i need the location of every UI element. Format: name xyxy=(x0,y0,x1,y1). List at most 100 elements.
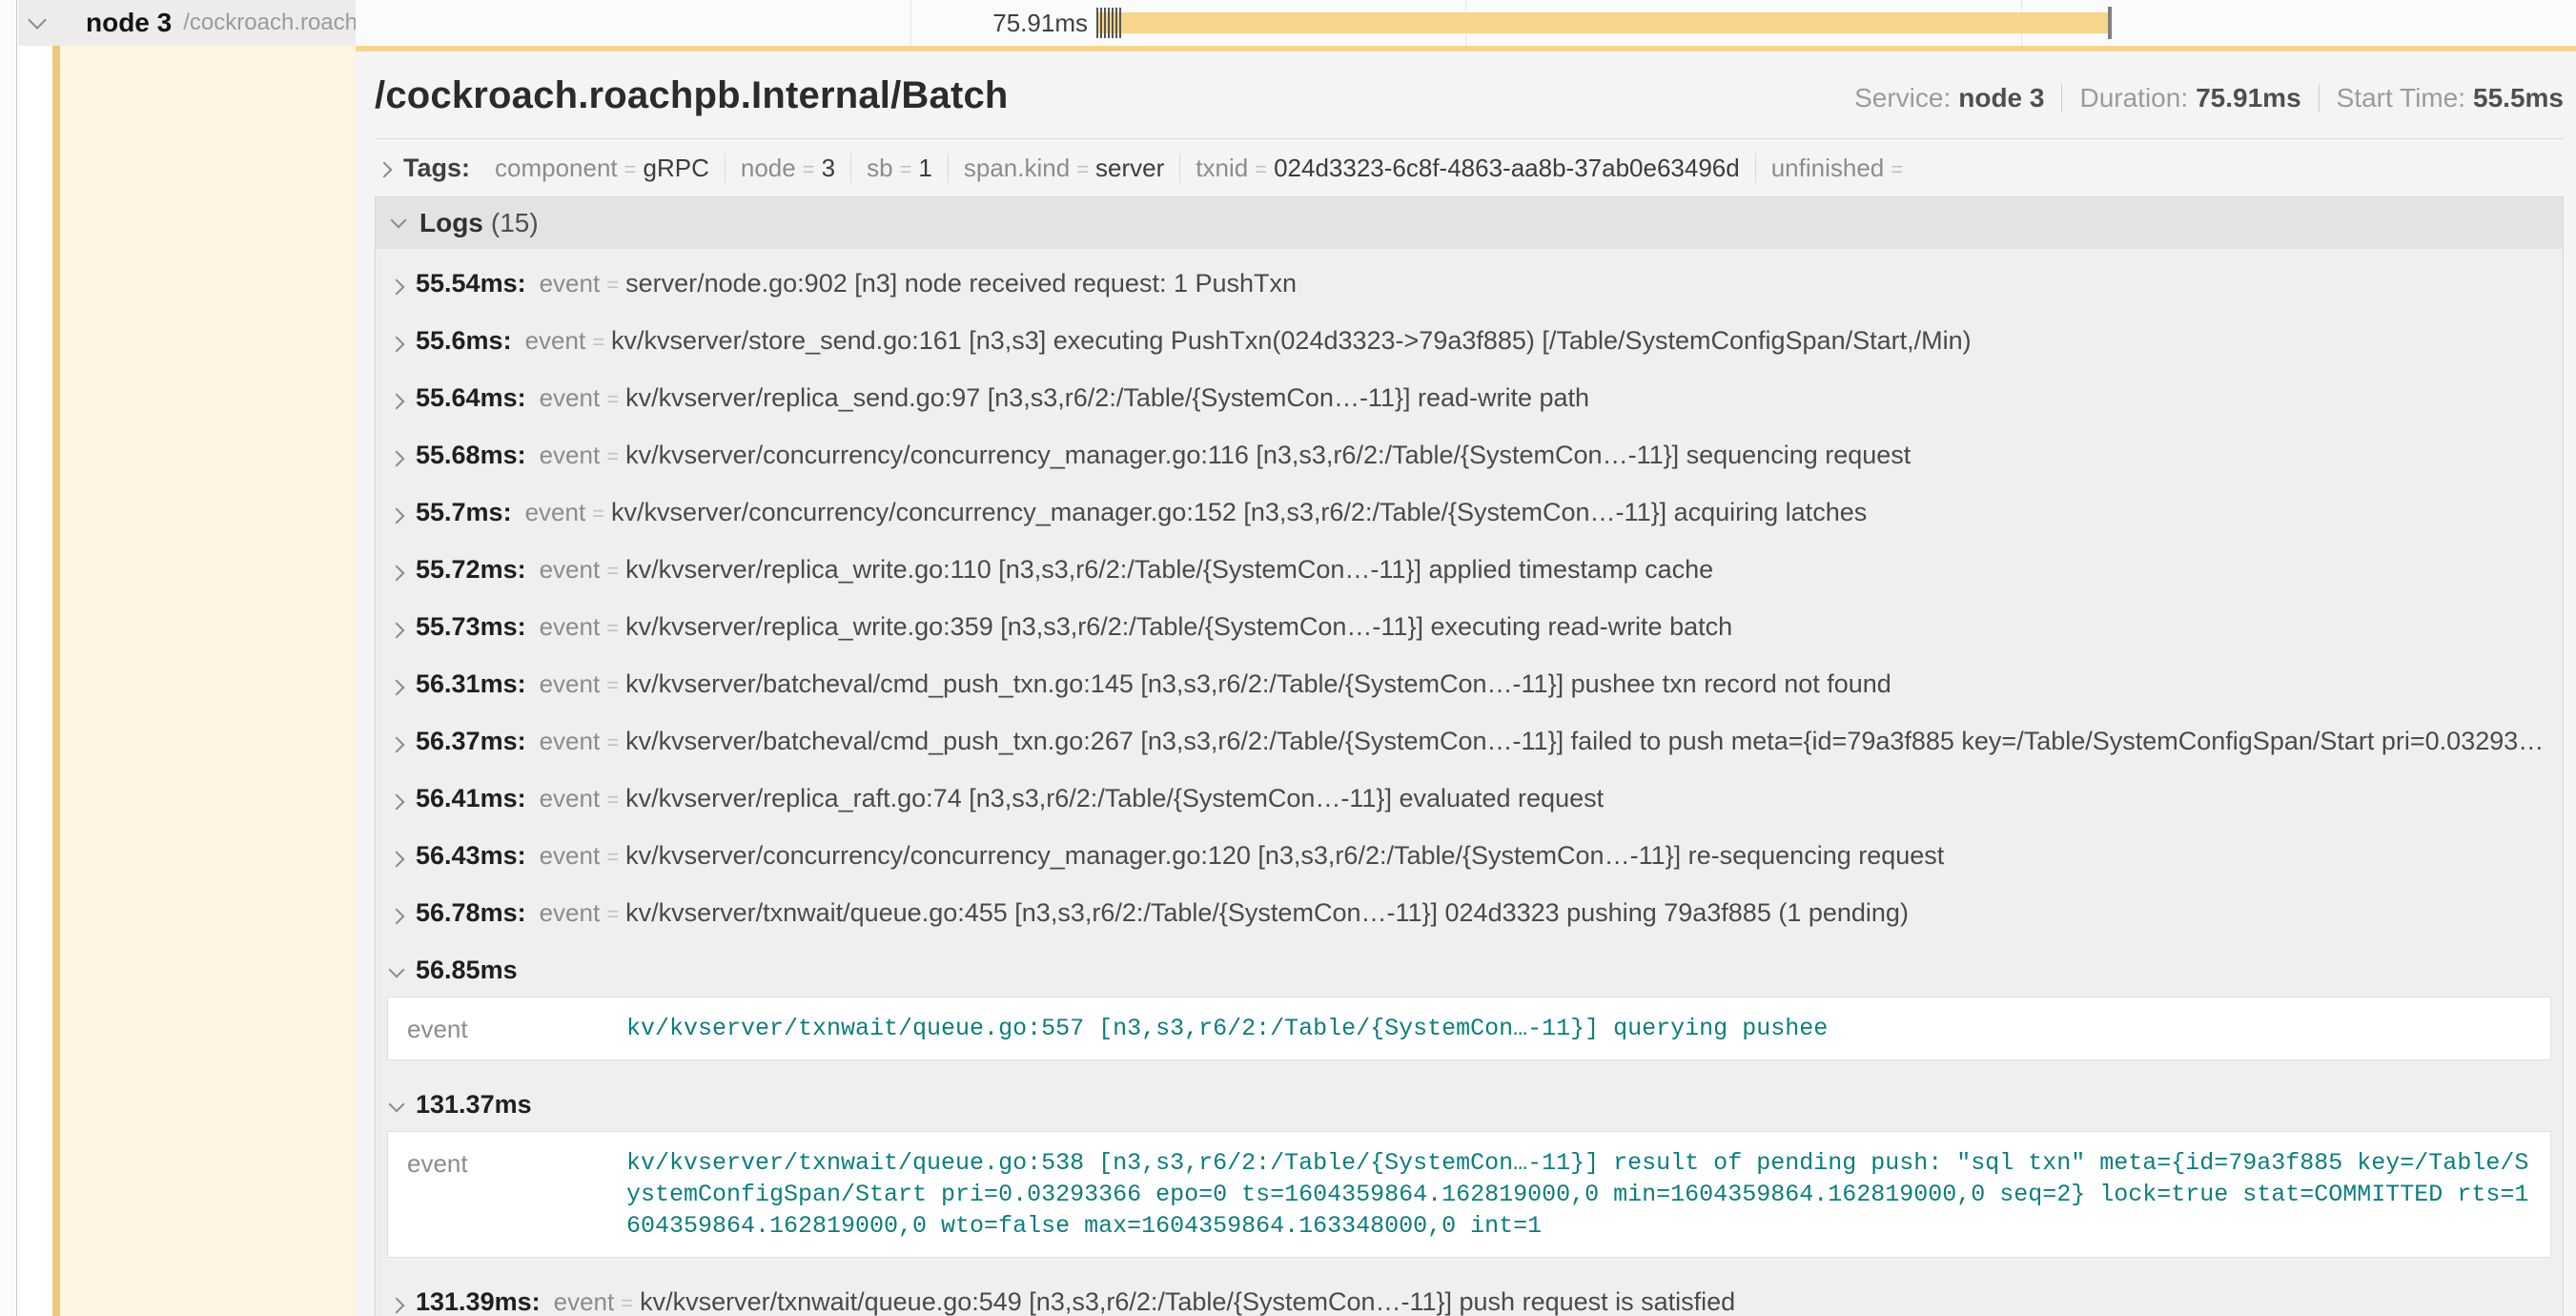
span-timeline[interactable]: 75.91ms xyxy=(356,0,2576,46)
log-message: kv/kvserver/txnwait/queue.go:549 [n3,s3,… xyxy=(640,1287,1735,1316)
span-duration-bar[interactable] xyxy=(1096,12,2109,33)
tags-expand-chevron-icon[interactable] xyxy=(377,161,393,177)
equals-sign: = xyxy=(606,273,619,298)
collapse-span-chevron-icon[interactable] xyxy=(28,10,47,30)
equals-sign: = xyxy=(624,157,637,182)
tag-key: node xyxy=(741,154,796,183)
tags-row[interactable]: Tags: component = gRPC node = 3 sb = 1 s… xyxy=(375,139,2564,196)
logs-collapse-chevron-icon[interactable] xyxy=(391,213,407,229)
chevron-right-icon[interactable] xyxy=(389,909,405,925)
logs-body: 55.54ms: event=server/node.go:902 [n3] n… xyxy=(376,249,2563,1316)
log-entry[interactable]: 55.6ms: event=kv/kvserver/store_send.go:… xyxy=(376,312,2563,369)
tag-key: span.kind xyxy=(964,154,1070,183)
equals-sign: = xyxy=(606,902,619,927)
log-field-key: event xyxy=(554,1287,615,1316)
span-name-cell[interactable]: node 3 /cockroach.roach… xyxy=(18,0,356,46)
equals-sign: = xyxy=(592,502,604,526)
span-meta: Service: node 3 Duration: 75.91ms Start … xyxy=(1854,83,2564,117)
equals-sign: = xyxy=(606,616,619,641)
chevron-right-icon[interactable] xyxy=(389,565,405,582)
chevron-right-icon[interactable] xyxy=(389,737,405,753)
tag-item: txnid = 024d3323-6c8f-4863-aa8b-37ab0e63… xyxy=(1179,154,1754,183)
equals-sign: = xyxy=(1076,157,1089,182)
span-duration-label: 75.91ms xyxy=(356,0,1088,46)
log-entry[interactable]: 56.78ms: event=kv/kvserver/txnwait/queue… xyxy=(376,884,2563,941)
log-timestamp: 55.68ms: xyxy=(416,441,526,470)
tag-value: server xyxy=(1095,154,1164,183)
left-gutter xyxy=(0,0,17,1316)
chevron-right-icon[interactable] xyxy=(389,680,405,696)
log-entry[interactable]: 55.7ms: event=kv/kvserver/concurrency/co… xyxy=(376,483,2563,541)
chevron-right-icon[interactable] xyxy=(389,1298,405,1314)
chevron-right-icon[interactable] xyxy=(389,794,405,811)
tag-value: gRPC xyxy=(644,154,709,183)
log-message: kv/kvserver/concurrency/concurrency_mana… xyxy=(625,841,1944,871)
chevron-down-icon[interactable] xyxy=(389,1097,405,1113)
log-entry[interactable]: 55.72ms: event=kv/kvserver/replica_write… xyxy=(376,541,2563,598)
span-color-accent-strip xyxy=(52,0,60,1316)
log-timestamp: 56.78ms: xyxy=(416,898,526,928)
span-detail-left-rail xyxy=(60,46,356,1316)
logs-header[interactable]: Logs (15) xyxy=(376,197,2563,249)
chevron-right-icon[interactable] xyxy=(389,337,405,353)
chevron-right-icon[interactable] xyxy=(389,508,405,524)
equals-sign: = xyxy=(606,673,619,698)
tag-value: 3 xyxy=(822,154,835,183)
tag-item: sb = 1 xyxy=(850,154,948,183)
chevron-right-icon[interactable] xyxy=(389,279,405,296)
log-entry[interactable]: 56.37ms: event=kv/kvserver/batcheval/cmd… xyxy=(376,712,2563,770)
equals-sign: = xyxy=(900,157,912,182)
log-entry[interactable]: 55.68ms: event=kv/kvserver/concurrency/c… xyxy=(376,426,2563,483)
equals-sign: = xyxy=(606,730,619,755)
span-service-name: node 3 xyxy=(86,8,172,38)
log-entry-header[interactable]: 131.37ms xyxy=(376,1076,2563,1125)
log-field-key: event xyxy=(540,841,601,871)
duration-value: 75.91ms xyxy=(2196,83,2301,113)
meta-divider xyxy=(2319,84,2320,113)
log-entry[interactable]: 55.73ms: event=kv/kvserver/replica_write… xyxy=(376,598,2563,655)
log-entry[interactable]: 56.31ms: event=kv/kvserver/batcheval/cmd… xyxy=(376,655,2563,712)
log-timestamp: 55.64ms: xyxy=(416,383,526,413)
log-timestamp: 131.37ms xyxy=(416,1090,532,1120)
log-entry-header[interactable]: 56.85ms xyxy=(376,941,2563,991)
log-timestamp: 56.43ms: xyxy=(416,841,526,871)
chevron-right-icon[interactable] xyxy=(389,451,405,467)
chevron-right-icon[interactable] xyxy=(389,623,405,639)
log-field-key: event xyxy=(540,269,601,298)
equals-sign: = xyxy=(1255,157,1267,182)
log-timestamp: 56.85ms xyxy=(416,956,518,985)
trace-timeline-row: node 3 /cockroach.roach… 75.91ms xyxy=(18,0,2576,46)
log-timestamp: 56.31ms: xyxy=(416,669,526,699)
log-field-key: event xyxy=(407,1147,626,1179)
tag-key: unfinished xyxy=(1771,154,1885,183)
log-entry[interactable]: 55.64ms: event=kv/kvserver/replica_send.… xyxy=(376,369,2563,426)
log-field-value: kv/kvserver/txnwait/queue.go:557 [n3,s3,… xyxy=(626,1013,1828,1044)
log-field-key: event xyxy=(540,555,601,585)
log-field-key: event xyxy=(525,498,586,527)
log-field-key: event xyxy=(540,784,601,813)
tag-item: unfinished = xyxy=(1755,154,1925,183)
log-field-key: event xyxy=(540,727,601,756)
trace-span-detail-view: node 3 /cockroach.roach… 75.91ms /cockro… xyxy=(0,0,2576,1316)
span-header-row: /cockroach.roachpb.Internal/Batch Servic… xyxy=(375,51,2564,139)
chevron-down-icon[interactable] xyxy=(389,962,405,978)
tag-key: txnid xyxy=(1196,154,1248,183)
service-value: node 3 xyxy=(1958,83,2044,113)
equals-sign: = xyxy=(1891,157,1903,182)
tag-key: component xyxy=(495,154,618,183)
equals-sign: = xyxy=(606,444,619,469)
log-entry[interactable]: 56.41ms: event=kv/kvserver/replica_raft.… xyxy=(376,770,2563,827)
log-message: kv/kvserver/replica_raft.go:74 [n3,s3,r6… xyxy=(625,784,1604,813)
equals-sign: = xyxy=(803,157,815,182)
log-entry[interactable]: 55.54ms: event=server/node.go:902 [n3] n… xyxy=(376,255,2563,312)
start-time-label: Start Time: xyxy=(2337,83,2465,113)
log-field-key: event xyxy=(540,612,601,642)
chevron-right-icon[interactable] xyxy=(389,394,405,410)
log-timestamp: 55.6ms: xyxy=(416,326,512,356)
start-time-value: 55.5ms xyxy=(2473,83,2564,113)
logs-section: Logs (15) 55.54ms: event=server/node.go:… xyxy=(375,196,2564,1316)
log-entry[interactable]: 56.43ms: event=kv/kvserver/concurrency/c… xyxy=(376,827,2563,884)
log-field-value: kv/kvserver/txnwait/queue.go:538 [n3,s3,… xyxy=(626,1147,2531,1242)
chevron-right-icon[interactable] xyxy=(389,852,405,868)
log-entry[interactable]: 131.39ms: event=kv/kvserver/txnwait/queu… xyxy=(376,1273,2563,1316)
